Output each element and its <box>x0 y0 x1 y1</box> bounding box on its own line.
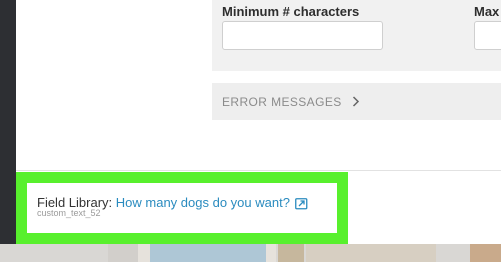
open-in-window-icon[interactable] <box>295 198 308 213</box>
chevron-right-icon <box>352 95 360 109</box>
min-characters-label: Minimum # characters <box>222 4 360 19</box>
max-characters-input[interactable] <box>474 21 501 50</box>
background-photo <box>278 244 304 262</box>
error-messages-toggle[interactable]: ERROR MESSAGES <box>212 83 501 120</box>
error-messages-label: ERROR MESSAGES <box>222 94 342 109</box>
background-photo <box>306 244 436 262</box>
background-photo <box>470 244 501 262</box>
min-characters-input[interactable] <box>222 21 383 50</box>
field-library-link[interactable]: How many dogs do you want? <box>116 195 290 210</box>
field-id-label: custom_text_52 <box>37 208 101 218</box>
background-photo <box>108 244 276 262</box>
section-divider <box>16 170 501 171</box>
max-characters-label: Max <box>474 4 500 19</box>
left-sidebar-edge <box>0 0 16 262</box>
